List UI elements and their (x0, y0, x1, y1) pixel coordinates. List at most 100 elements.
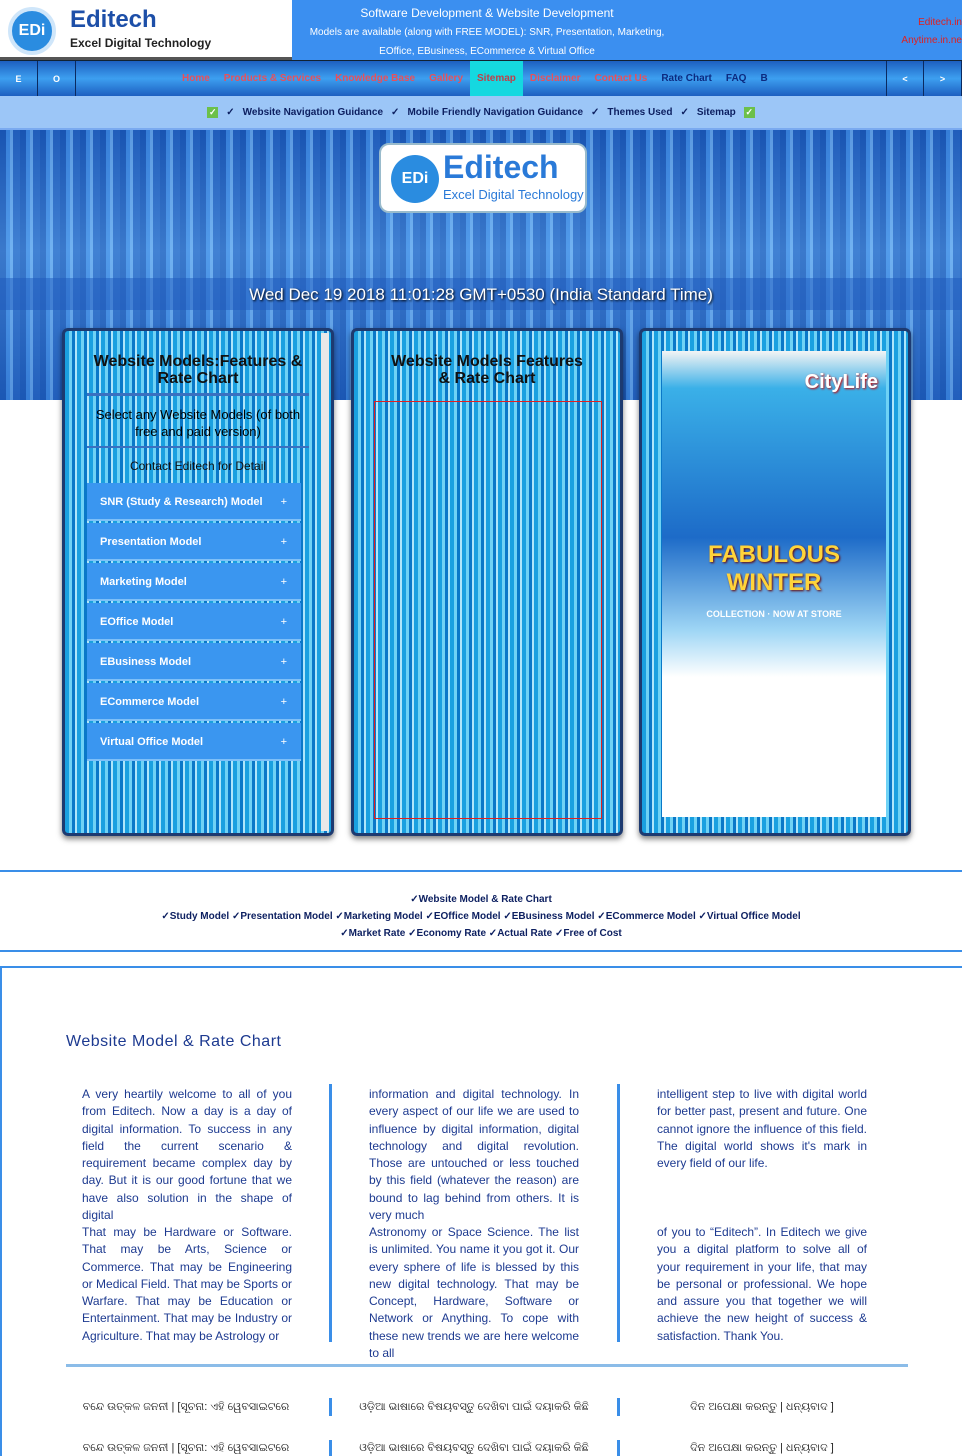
checkbox-icon: ✓ (743, 106, 755, 118)
odia-text: ଦିନ ଅପେକ୍ଷା କରନ୍ତୁ | ଧନ୍ୟବାଦ ] (690, 1401, 834, 1413)
ad-headline: FABULOUS WINTER (708, 541, 840, 596)
divider (66, 1364, 908, 1367)
nav-gallery[interactable]: Gallery (422, 61, 470, 97)
odia-text: ବନ୍ଦେ ଉତ୍କଳ ଜନନୀ | [ସୂଚନା: ଏହି ୱେବସାଇଟରେ (82, 1442, 290, 1454)
top-banner: EDi Editech Excel Digital Technology Sof… (0, 0, 962, 60)
nav-sitemap[interactable]: Sitemap (470, 61, 523, 97)
nav-knowledge-base[interactable]: Knowledge Base (328, 61, 422, 97)
brand-tagline: Excel Digital Technology (70, 36, 212, 50)
paragraph: of you to “Editech”. In Editech we give … (657, 1225, 867, 1343)
checkbox-icon: ✓ (207, 106, 219, 118)
models-panel: Website Models:Features & Rate Chart Sel… (62, 328, 334, 836)
column-divider (329, 1398, 332, 1416)
guide-themes[interactable]: Themes Used (607, 107, 672, 118)
nav-disclaimer[interactable]: Disclaimer (523, 61, 588, 97)
link-ebusiness-model[interactable]: EBusiness Model (512, 911, 595, 922)
plus-icon: + (280, 536, 287, 548)
hero-logo: EDi Editech Excel Digital Technology (379, 143, 587, 213)
guide-sitemap[interactable]: Sitemap (697, 107, 736, 118)
main-nav: E O Home Products & Services Knowledge B… (0, 60, 962, 97)
divider (0, 966, 962, 968)
model-eoffice[interactable]: EOffice Model + (87, 603, 301, 641)
column-divider (617, 1440, 620, 1456)
link-study-model[interactable]: Study Model (170, 911, 229, 922)
panel-scrollbar[interactable] (321, 333, 329, 831)
model-label: SNR (Study & Research) Model (100, 496, 263, 508)
nav-home[interactable]: Home (175, 61, 217, 97)
ad-sub: COLLECTION · NOW AT STORE (706, 609, 842, 619)
nav-rate-chart[interactable]: Rate Chart (654, 61, 719, 97)
plus-icon: + (280, 736, 287, 748)
model-label: ECommerce Model (100, 696, 200, 708)
paragraph: A very heartily welcome to all of you fr… (82, 1087, 292, 1223)
link-presentation-model[interactable]: Presentation Model (240, 911, 332, 922)
model-snr[interactable]: SNR (Study & Research) Model + (87, 483, 301, 521)
model-ecommerce[interactable]: ECommerce Model + (87, 683, 301, 721)
plus-icon: + (280, 496, 287, 508)
panel-title: Website Models:Features & Rate Chart (93, 353, 303, 387)
paragraph: Astronomy or Space Science. The list is … (369, 1225, 579, 1361)
logo-mark: EDi (8, 7, 56, 55)
promo-text: Software Development & Website Developme… (292, 4, 682, 61)
datetime-display: Wed Dec 19 2018 11:01:28 GMT+0530 (India… (0, 278, 962, 310)
link-market-rate[interactable]: Market Rate (349, 928, 406, 939)
editech-link[interactable]: Editech.in (918, 17, 962, 28)
rate-chart-panel: Website Models Features & Rate Chart (351, 328, 623, 836)
model-label: Presentation Model (100, 536, 202, 548)
nav-items: Home Products & Services Knowledge Base … (175, 61, 775, 97)
model-label: Virtual Office Model (100, 736, 204, 748)
paragraph: That may be Hardware or Software. That m… (82, 1225, 292, 1343)
plus-icon: + (280, 696, 287, 708)
link-marketing-model[interactable]: Marketing Model (344, 911, 423, 922)
nav-prev-button[interactable]: < (886, 61, 924, 97)
left-border (0, 966, 2, 1456)
model-virtual-office[interactable]: Virtual Office Model + (87, 723, 301, 761)
ad-brand: CityLife (804, 371, 878, 393)
link-ecommerce-model[interactable]: ECommerce Model (606, 911, 696, 922)
paragraph: intelligent step to live with digital wo… (657, 1087, 867, 1171)
link-economy-rate[interactable]: Economy Rate (417, 928, 486, 939)
site-logo[interactable]: EDi Editech Excel Digital Technology (0, 0, 292, 60)
column-divider (329, 1440, 332, 1456)
model-label: Marketing Model (100, 576, 187, 588)
odia-text: ଓଡ଼ିଆ ଭାଷାରେ ବିଷୟବସ୍ତୁ ଦେଖିବା ପାଇଁ ଦୟାକର… (359, 1442, 589, 1454)
nav-products[interactable]: Products & Services (217, 61, 328, 97)
model-ebusiness[interactable]: EBusiness Model + (87, 643, 301, 681)
promo-line: Models are available (along with FREE MO… (309, 27, 665, 38)
nav-button-e[interactable]: E (0, 61, 38, 97)
rate-chart-frame (374, 401, 602, 819)
odia-text: ଦିନ ଅପେକ୍ଷା କରନ୍ତୁ | ଧନ୍ୟବାଦ ] (690, 1442, 834, 1454)
quick-links: ✓Website Model & Rate Chart ✓Study Model… (0, 870, 962, 952)
column-divider (329, 1084, 332, 1342)
guidance-bar: ✓ ✓ Website Navigation Guidance ✓ Mobile F… (0, 96, 962, 130)
link-free-of-cost[interactable]: Free of Cost (563, 928, 621, 939)
guide-mobile-navigation[interactable]: Mobile Friendly Navigation Guidance (407, 107, 583, 118)
citylife-advert[interactable]: CityLife FABULOUS WINTER COLLECTION · NO… (662, 351, 886, 817)
logo-mark: EDi (391, 155, 439, 203)
nav-faq[interactable]: FAQ (719, 61, 754, 97)
plus-icon: + (280, 576, 287, 588)
column-divider (617, 1398, 620, 1416)
model-label: EOffice Model (100, 616, 174, 628)
paragraph: information and digital technology. In e… (369, 1087, 579, 1223)
link-eoffice-model[interactable]: EOffice Model (434, 911, 501, 922)
model-marketing[interactable]: Marketing Model + (87, 563, 301, 601)
link-model-rate-chart[interactable]: Website Model & Rate Chart (419, 894, 552, 905)
nav-b[interactable]: B (753, 61, 774, 97)
model-presentation[interactable]: Presentation Model + (87, 523, 301, 561)
section-title: Website Model & Rate Chart (66, 1033, 282, 1050)
guide-website-navigation[interactable]: Website Navigation Guidance (243, 107, 383, 118)
link-virtual-office-model[interactable]: Virtual Office Model (707, 911, 801, 922)
hero-brand: Editech (443, 149, 559, 185)
contact-note: Contact Editech for Detail (129, 459, 267, 473)
link-actual-rate[interactable]: Actual Rate (497, 928, 552, 939)
model-label: EBusiness Model (100, 656, 192, 668)
plus-icon: + (280, 656, 287, 668)
anytime-link[interactable]: Anytime.in.ne (901, 35, 962, 46)
plus-icon: + (280, 616, 287, 628)
nav-button-o[interactable]: O (38, 61, 76, 97)
nav-next-button[interactable]: > (924, 61, 962, 97)
nav-contact[interactable]: Contact Us (588, 61, 655, 97)
panel-title: Website Models Features & Rate Chart (391, 353, 583, 387)
promo-line: Software Development & Website Developme… (360, 6, 614, 20)
